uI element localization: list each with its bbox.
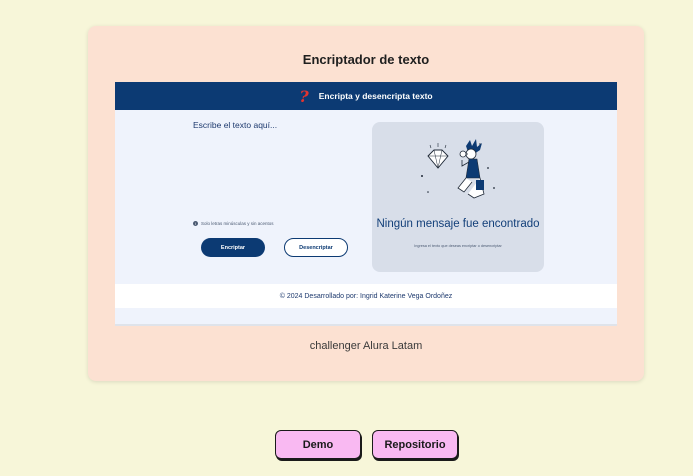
preview-footer: © 2024 Desarrollado por: Ingrid Katerine… xyxy=(115,284,617,308)
info-icon: i xyxy=(193,221,198,226)
preview-notice: i Solo letras minúsculas y sin acentos xyxy=(193,221,274,226)
demo-button[interactable]: Demo xyxy=(275,430,361,459)
diamond-icon xyxy=(427,143,449,169)
preview-header: ? Encripta y desencripta texto xyxy=(115,82,617,110)
preview-notice-text: Solo letras minúsculas y sin acentos xyxy=(201,221,274,226)
preview-empty-title: Ningún mensaje fue encontrado xyxy=(376,218,540,230)
person-figure xyxy=(457,139,485,199)
project-preview-image: ? Encripta y desencripta texto Escribe e… xyxy=(115,82,617,326)
preview-encrypt-button: Encriptar xyxy=(201,238,265,257)
preview-logo: ? xyxy=(299,86,309,106)
person-with-diamond-illustration xyxy=(421,139,495,199)
preview-divider xyxy=(115,324,617,326)
project-caption: challenger Alura Latam xyxy=(309,340,423,352)
project-card: Encriptador de texto ? Encripta y desenc… xyxy=(88,26,644,381)
preview-decrypt-button: Desencriptar xyxy=(284,238,348,257)
preview-empty-subtitle: Ingresa el texto que deseas encriptar o … xyxy=(414,244,502,248)
project-title: Encriptador de texto xyxy=(302,52,430,67)
repository-button[interactable]: Repositorio xyxy=(372,430,458,459)
preview-header-title: Encripta y desencripta texto xyxy=(318,91,433,101)
preview-output-panel: Ningún mensaje fue encontrado Ingresa el… xyxy=(372,122,544,272)
preview-textarea-placeholder: Escribe el texto aquí... xyxy=(193,120,278,130)
